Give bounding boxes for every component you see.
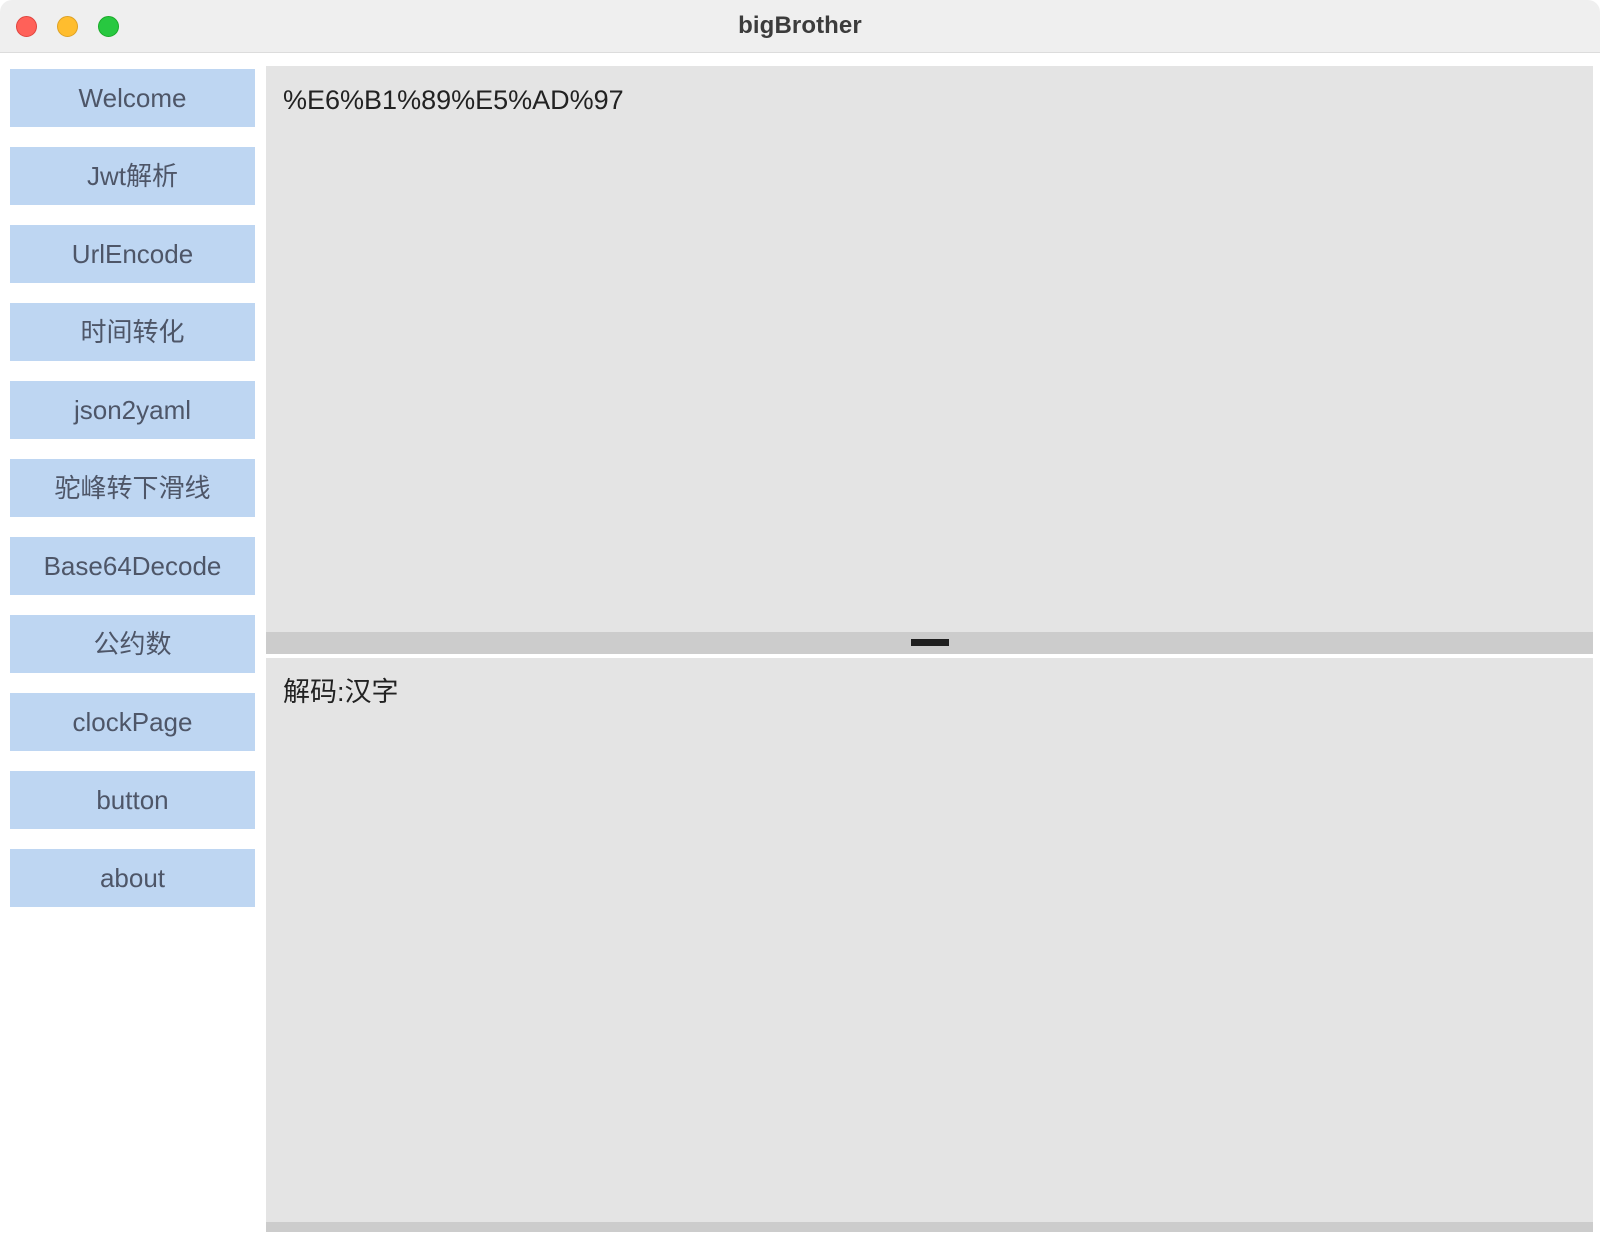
page-title: bigBrother (738, 12, 862, 39)
sidebar-item-time-convert[interactable]: 时间转化 (10, 303, 255, 361)
app-window: bigBrother Welcome Jwt解析 UrlEncode 时间转化 … (0, 0, 1600, 1256)
sidebar-item-camel-to-underscore[interactable]: 驼峰转下滑线 (10, 459, 255, 517)
close-button-icon[interactable] (16, 16, 37, 37)
sidebar-item-gcd[interactable]: 公约数 (10, 615, 255, 673)
bottom-edge-bar (266, 1222, 1593, 1232)
input-textarea[interactable]: %E6%B1%89%E5%AD%97 (266, 66, 1593, 632)
minimize-button-icon[interactable] (57, 16, 78, 37)
sidebar-item-clockpage[interactable]: clockPage (10, 693, 255, 751)
maximize-button-icon[interactable] (98, 16, 119, 37)
sidebar-item-button[interactable]: button (10, 771, 255, 829)
pane-splitter[interactable] (266, 632, 1593, 654)
sidebar-item-about[interactable]: about (10, 849, 255, 907)
input-text: %E6%B1%89%E5%AD%97 (283, 85, 624, 115)
output-text: 解码:汉字 (283, 677, 399, 707)
sidebar-item-urlencode[interactable]: UrlEncode (10, 225, 255, 283)
sidebar-item-jwt[interactable]: Jwt解析 (10, 147, 255, 205)
content-area: %E6%B1%89%E5%AD%97 解码:汉字 (265, 53, 1600, 1256)
sidebar-item-welcome[interactable]: Welcome (10, 69, 255, 127)
output-textarea[interactable]: 解码:汉字 (266, 658, 1593, 1222)
sidebar: Welcome Jwt解析 UrlEncode 时间转化 json2yaml 驼… (0, 53, 265, 1256)
window-controls (16, 16, 119, 37)
sidebar-item-base64decode[interactable]: Base64Decode (10, 537, 255, 595)
sidebar-item-json2yaml[interactable]: json2yaml (10, 381, 255, 439)
titlebar: bigBrother (0, 0, 1600, 53)
splitter-grip-icon[interactable] (910, 639, 949, 646)
